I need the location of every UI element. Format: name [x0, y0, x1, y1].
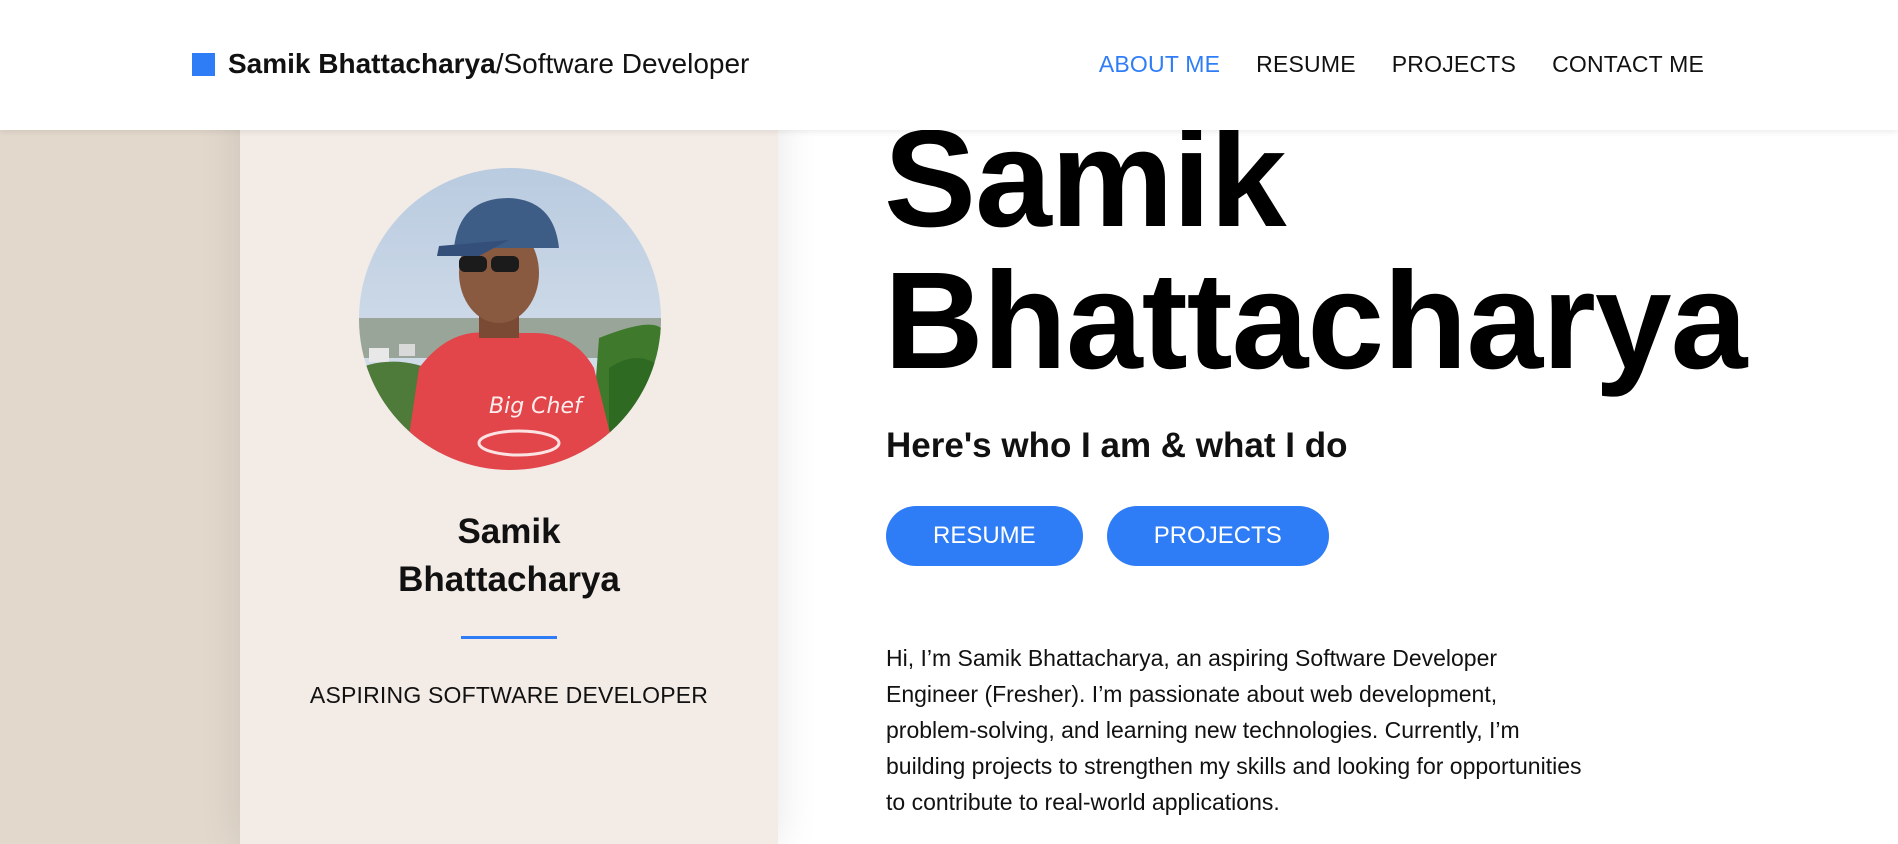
svg-text:Big Chef: Big Chef — [489, 394, 585, 419]
site-header: Samik Bhattacharya / Software Developer AB… — [0, 0, 1898, 130]
nav-projects[interactable]: PROJECTS — [1392, 51, 1516, 78]
brand-logo[interactable]: Samik Bhattacharya / Software Developer — [192, 44, 749, 84]
nav-about-me[interactable]: ABOUT ME — [1099, 51, 1220, 78]
resume-button[interactable]: RESUME — [886, 506, 1083, 566]
profile-card-role: ASPIRING SOFTWARE DEVELOPER — [309, 682, 709, 708]
profile-card-name: Samik Bhattacharya — [240, 508, 778, 604]
hero-subtitle: Here's who I am & what I do — [886, 426, 1348, 465]
brand-title: Software Developer — [503, 48, 750, 79]
profile-avatar: Big Chef — [359, 168, 661, 470]
brand-square-icon — [192, 52, 215, 76]
hero-button-row: RESUME PROJECTS — [886, 506, 1353, 566]
profile-card-divider — [461, 636, 557, 639]
main-nav: ABOUT ME RESUME PROJECTS CONTACT ME — [1063, 44, 1704, 84]
nav-resume[interactable]: RESUME — [1256, 51, 1356, 78]
projects-button[interactable]: PROJECTS — [1106, 506, 1329, 566]
hero-title-line2: Bhattacharya — [884, 244, 1747, 398]
profile-card-name-line1: Samik — [457, 512, 561, 551]
hero-title: Samik Bhattacharya — [884, 108, 1747, 398]
nav-contact-me[interactable]: CONTACT ME — [1552, 51, 1704, 78]
brand-name: Samik Bhattacharya — [228, 48, 496, 79]
intro-paragraph: Hi, I’m Samik Bhattacharya, an aspiring … — [886, 645, 1582, 815]
brand-separator: / — [495, 48, 504, 79]
profile-card-name-line2: Bhattacharya — [398, 560, 620, 599]
